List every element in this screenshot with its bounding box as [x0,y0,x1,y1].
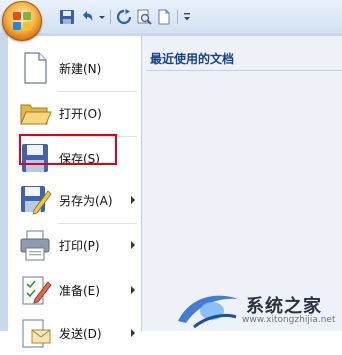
office-button[interactable] [2,1,42,41]
title-bar [0,0,342,34]
open-highlight-box [19,134,117,165]
menu-item-label: 发送(D) [59,326,102,341]
recent-divider [146,70,342,71]
save-icon[interactable] [58,8,76,26]
redo-icon[interactable] [115,8,133,26]
submenu-arrow-icon [131,196,135,204]
new-document-icon [24,52,47,84]
new-doc-icon[interactable] [155,8,173,26]
menu-item-label: 打印(P) [59,238,100,253]
watermark: 系统之家 www.xitongzhijia.net [172,283,342,331]
open-folder-icon [20,104,52,125]
menu-item-open[interactable]: 打开(O) [8,91,141,135]
menu-item-label: 新建(N) [59,61,102,76]
submenu-arrow-icon [131,286,135,294]
undo-icon[interactable] [78,8,96,26]
submenu-arrow-icon [131,241,135,249]
office-logo-icon [13,12,31,30]
recent-documents-title: 最近使用的文档 [150,52,235,66]
menu-item-print[interactable]: 打印(P) [8,223,141,267]
print-preview-icon[interactable] [135,8,153,26]
menu-item-send[interactable]: 发送(D) [8,311,141,355]
toolbar-separator [177,10,178,24]
prepare-icon [22,276,52,305]
menu-item-label: 准备(E) [59,283,100,298]
quick-access-toolbar [58,7,192,27]
office-menu-commands: 新建(N) 打开(O) 保存(S) 另存为(A) 打印(P) 准备(E) 发送(… [8,36,142,348]
menu-item-label: 打开(O) [59,106,102,121]
menu-item-save-as[interactable]: 另存为(A) [8,178,141,222]
menu-item-new[interactable]: 新建(N) [8,46,141,90]
undo-dropdown-icon[interactable] [98,8,106,26]
save-as-icon [21,186,52,215]
printer-icon [20,230,50,261]
toolbar-separator [110,10,111,24]
watermark-logo-icon [178,295,238,329]
watermark-url: www.xitongzhijia.net [242,315,336,325]
customize-dropdown-icon[interactable] [182,8,192,26]
menu-item-label: 另存为(A) [59,193,113,208]
menu-item-prepare[interactable]: 准备(E) [8,268,141,312]
submenu-arrow-icon [131,329,135,337]
send-icon [22,319,51,348]
